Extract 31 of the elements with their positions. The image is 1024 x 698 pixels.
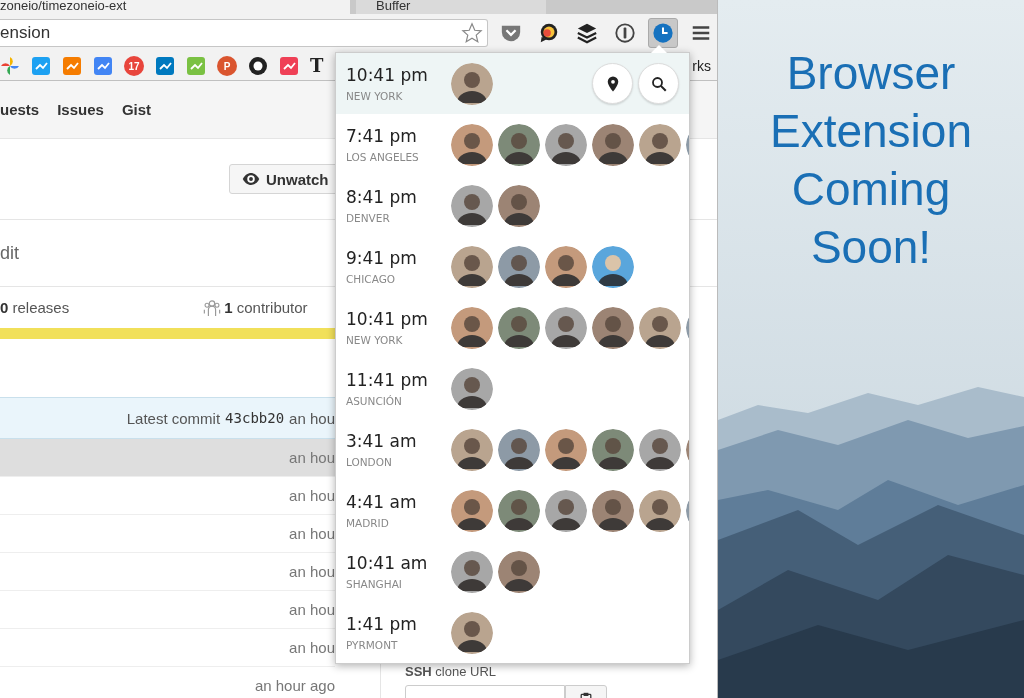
zone-city: NEW YORK xyxy=(346,90,404,102)
file-age: an hou xyxy=(289,525,335,542)
repo-description: dit xyxy=(0,242,19,264)
zone-city: DENVER xyxy=(346,212,391,224)
clone-label: SSH clone URL xyxy=(405,664,498,679)
zone-city: MADRID xyxy=(346,517,390,529)
zone-city: NEW YORK xyxy=(346,334,404,346)
promo-headline: Browser Extension Coming Soon! xyxy=(769,46,973,275)
zone-time: 10:41 am xyxy=(346,553,429,573)
zone-time: 4:41 am xyxy=(346,492,418,512)
zone-time: 7:41 pm xyxy=(346,126,418,146)
zone-time: 10:41 pm xyxy=(346,65,429,85)
file-age: an hou xyxy=(289,639,335,656)
zone-time: 1:41 pm xyxy=(346,614,418,634)
zone-city: SHANGHAI xyxy=(346,578,403,590)
zone-time: 10:41 pm xyxy=(346,309,429,329)
file-age: an hou xyxy=(289,487,335,504)
zone-city: PYRMONT xyxy=(346,639,399,651)
commit-age: an hou xyxy=(289,409,335,427)
commit-label: Latest commit xyxy=(126,409,221,427)
file-age: an hou xyxy=(289,563,335,580)
zone-city: LOS ANGELES xyxy=(346,151,420,163)
zone-time: 3:41 am xyxy=(346,431,418,451)
zone-city: LONDON xyxy=(346,456,393,468)
zone-time: 11:41 pm xyxy=(346,370,429,390)
zone-city: ASUNCIÓN xyxy=(346,395,403,407)
zone-city: CHICAGO xyxy=(346,273,397,285)
file-age: an hou xyxy=(289,601,335,618)
file-age: an hour ago xyxy=(254,677,335,694)
zone-time: 9:41 pm xyxy=(346,248,418,268)
file-age: an hou xyxy=(289,449,335,466)
